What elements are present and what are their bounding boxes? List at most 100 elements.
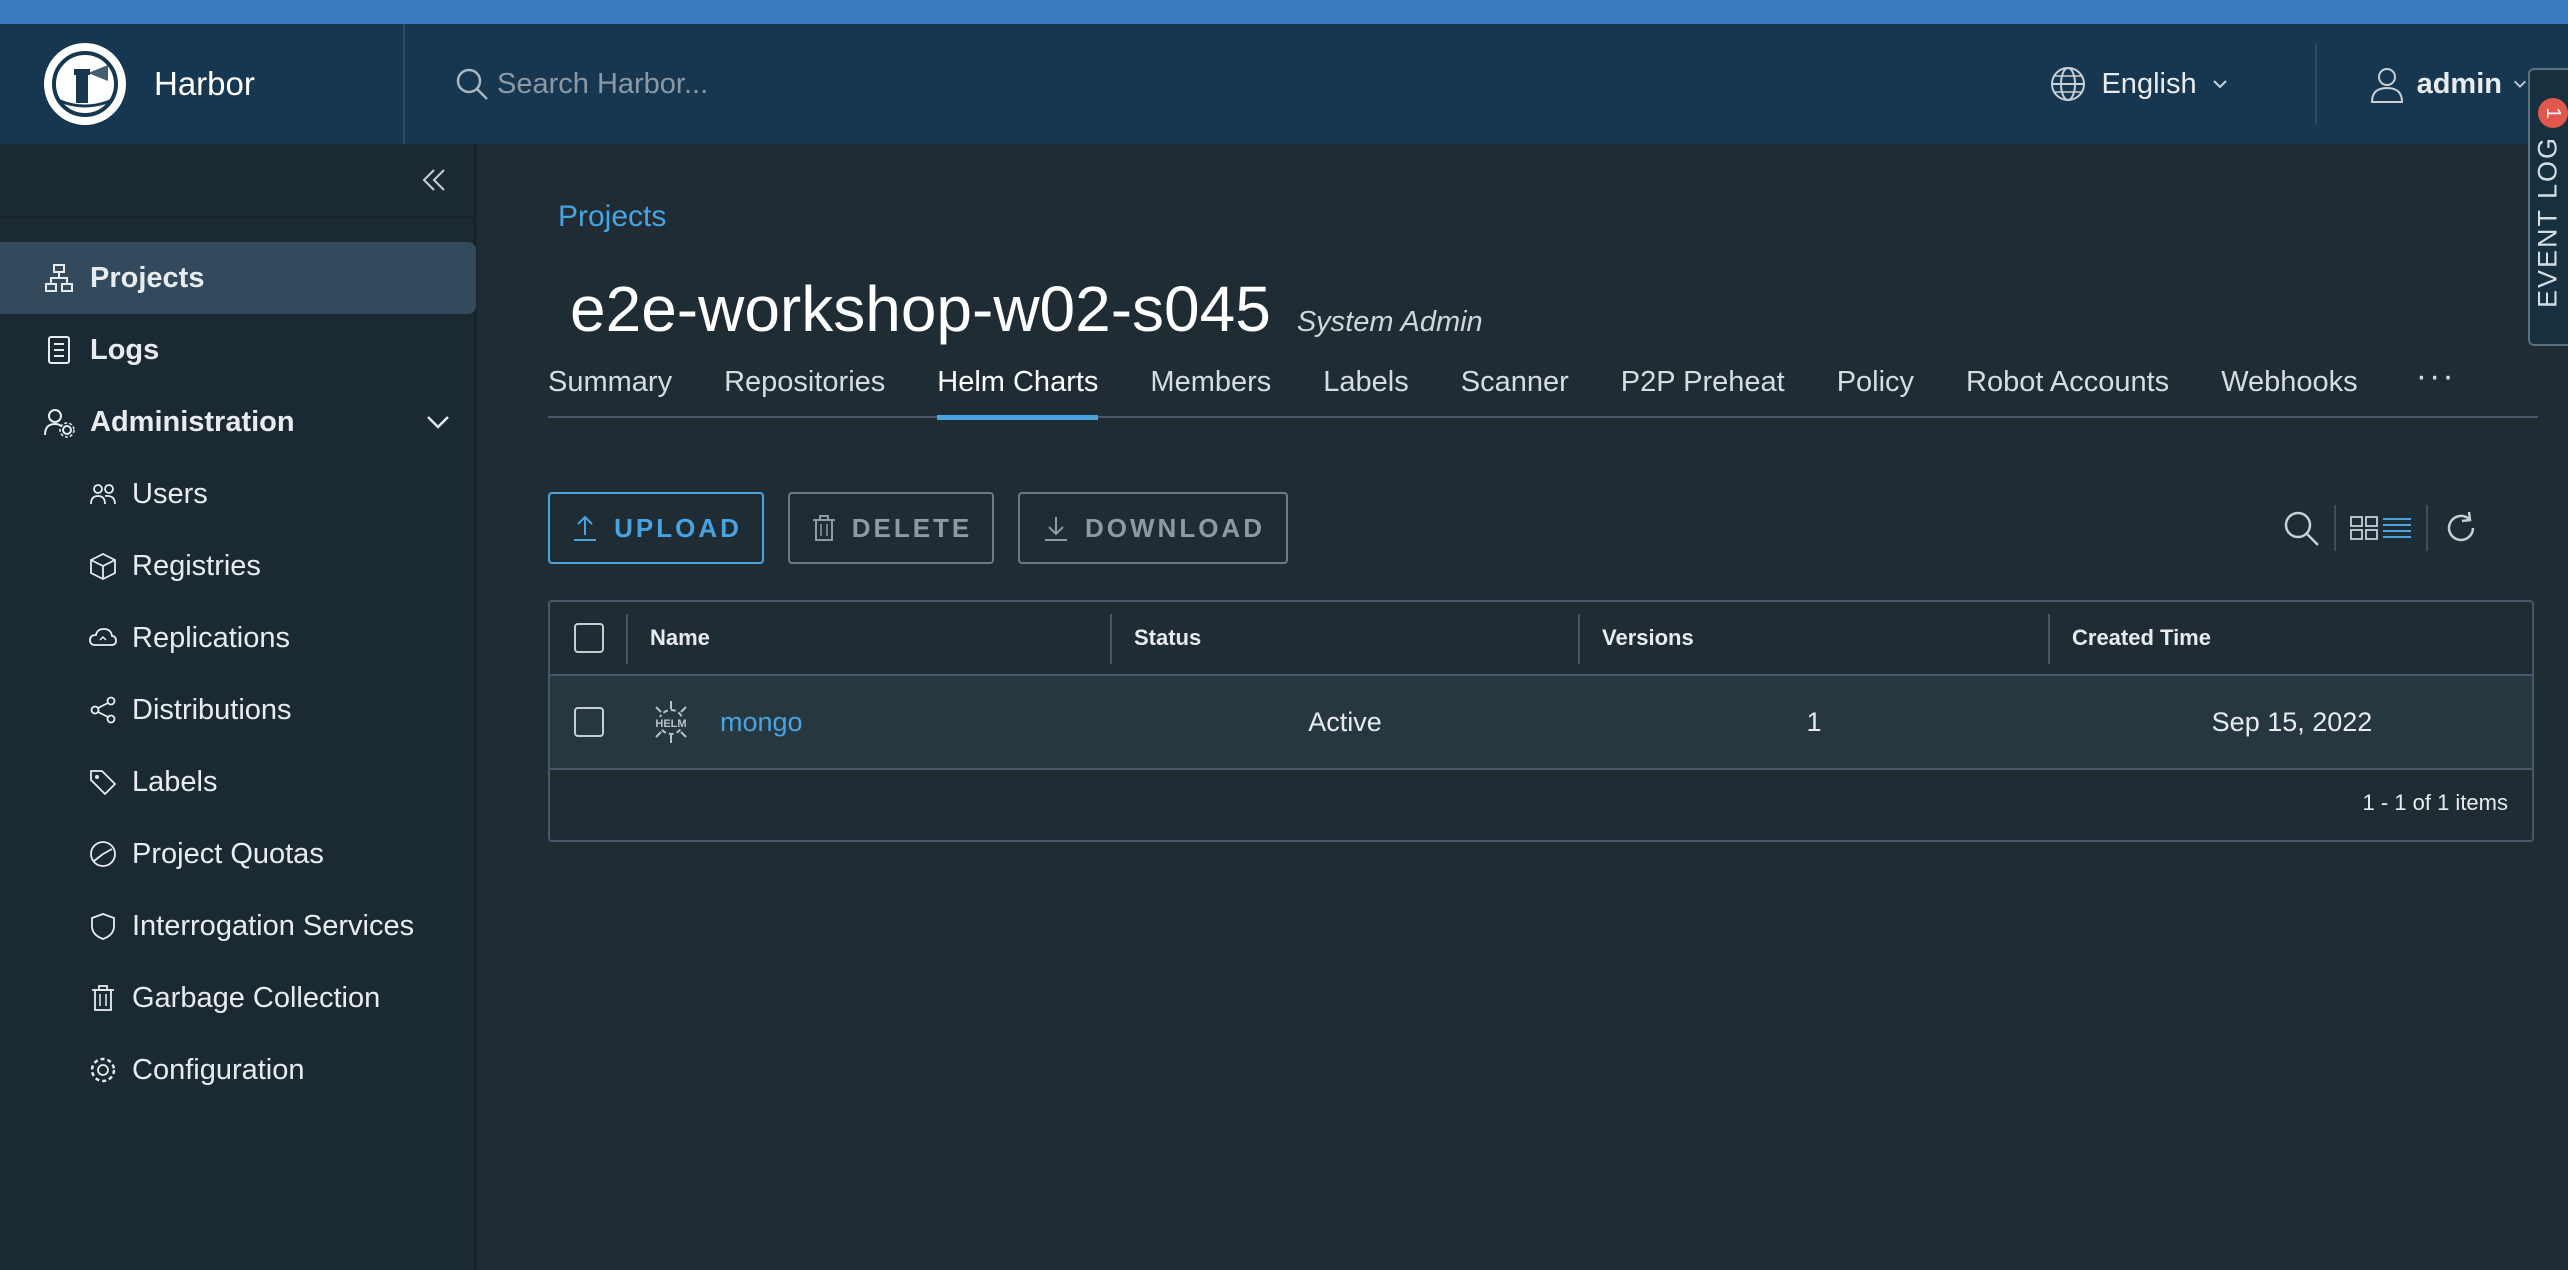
- search-icon[interactable]: [2278, 505, 2324, 551]
- view-toggle-icon[interactable]: [2346, 505, 2416, 551]
- tab-members[interactable]: Members: [1150, 366, 1271, 418]
- column-separator: [626, 614, 628, 664]
- page-title-row: e2e-workshop-w02-s045 System Admin: [570, 272, 1483, 346]
- share-icon: [86, 693, 120, 727]
- tab-summary[interactable]: Summary: [548, 366, 672, 418]
- refresh-icon[interactable]: [2438, 505, 2484, 551]
- chevron-down-icon: [2514, 80, 2526, 88]
- column-separator: [1578, 614, 1580, 664]
- trash-icon: [812, 515, 835, 541]
- browser-top-strip: [0, 0, 2568, 24]
- chevron-down-icon: [427, 416, 449, 429]
- sidebar-item-projects[interactable]: Projects: [0, 242, 476, 314]
- app-header: Harbor English admin: [0, 24, 2568, 144]
- sidebar-item-distributions[interactable]: Distributions: [0, 674, 476, 746]
- chart-status: Active: [1308, 706, 1382, 737]
- upload-icon: [574, 515, 597, 541]
- sidebar-item-label: Replications: [132, 621, 290, 654]
- tab-scanner[interactable]: Scanner: [1461, 366, 1569, 418]
- delete-button[interactable]: DELETE: [788, 492, 994, 564]
- harbor-logo-icon: [44, 43, 126, 125]
- download-button[interactable]: DOWNLOAD: [1018, 492, 1288, 564]
- user-menu[interactable]: admin: [2367, 64, 2528, 104]
- sidebar-item-garbage-collection[interactable]: Garbage Collection: [0, 962, 476, 1034]
- download-label: DOWNLOAD: [1085, 512, 1265, 543]
- table-row: HELM mongo Active 1 Sep 15, 2022: [550, 676, 2532, 770]
- sidebar-item-registries[interactable]: Registries: [0, 530, 476, 602]
- sidebar-divider: [0, 216, 476, 218]
- tab-robot-accounts[interactable]: Robot Accounts: [1966, 366, 2169, 418]
- tag-icon: [86, 765, 120, 799]
- tab-p2p-preheat[interactable]: P2P Preheat: [1621, 366, 1785, 418]
- chart-name-link[interactable]: mongo: [720, 676, 803, 768]
- sidebar-item-label: Administration: [90, 405, 295, 438]
- column-header-name[interactable]: Name: [650, 602, 710, 674]
- main-content: Projects e2e-workshop-w02-s045 System Ad…: [478, 144, 2568, 1270]
- column-header-status[interactable]: Status: [1134, 602, 1201, 674]
- event-log-tab[interactable]: 1 EVENT LOG: [2528, 68, 2568, 346]
- breadcrumb[interactable]: Projects: [558, 200, 666, 234]
- quota-gauge-icon: [86, 837, 120, 871]
- trash-icon: [86, 981, 120, 1015]
- helm-charts-grid: Name Status Versions Created Time HELM m…: [548, 600, 2534, 842]
- delete-label: DELETE: [851, 512, 973, 543]
- globe-icon: [2051, 67, 2086, 101]
- column-separator: [1110, 614, 1112, 664]
- logs-icon: [42, 333, 76, 367]
- chart-created-time: Sep 15, 2022: [2211, 706, 2373, 737]
- select-all-checkbox[interactable]: [574, 623, 604, 653]
- admin-icon: [42, 405, 76, 439]
- sidebar-item-labels[interactable]: Labels: [0, 746, 476, 818]
- brand-name: Harbor: [154, 65, 255, 102]
- user-icon: [2370, 68, 2403, 103]
- sidebar-item-label: Configuration: [132, 1053, 305, 1086]
- global-search: [453, 65, 2049, 103]
- upload-label: UPLOAD: [614, 512, 742, 543]
- sidebar-item-label: Users: [132, 477, 208, 510]
- collapse-sidebar-icon[interactable]: [416, 162, 452, 198]
- sidebar-item-label: Distributions: [132, 693, 292, 726]
- chart-versions: 1: [1806, 706, 1822, 737]
- column-header-created-time[interactable]: Created Time: [2072, 602, 2211, 674]
- toolbar-divider: [2334, 505, 2336, 551]
- column-separator: [2048, 614, 2050, 664]
- toolbar-divider: [2426, 505, 2428, 551]
- page-title: e2e-workshop-w02-s045: [570, 273, 1271, 345]
- sidebar: Projects Logs Administration Users Regis…: [0, 144, 476, 1270]
- row-checkbox[interactable]: [574, 707, 604, 737]
- more-tabs-icon[interactable]: ···: [2416, 359, 2456, 416]
- shield-icon: [86, 909, 120, 943]
- sidebar-item-logs[interactable]: Logs: [0, 314, 476, 386]
- sidebar-item-interrogation-services[interactable]: Interrogation Services: [0, 890, 476, 962]
- header-divider: [2314, 44, 2317, 124]
- brand[interactable]: Harbor: [0, 24, 405, 144]
- sidebar-item-administration[interactable]: Administration: [0, 386, 476, 458]
- sidebar-item-users[interactable]: Users: [0, 458, 476, 530]
- sidebar-item-configuration[interactable]: Configuration: [0, 1034, 476, 1106]
- svg-text:HELM: HELM: [655, 718, 686, 730]
- helm-logo-icon: HELM: [646, 676, 696, 768]
- tab-webhooks[interactable]: Webhooks: [2221, 366, 2358, 418]
- language-selector[interactable]: English: [2049, 65, 2228, 103]
- sidebar-item-label: Labels: [132, 765, 218, 798]
- chart-name[interactable]: mongo: [720, 707, 803, 738]
- sidebar-item-label: Registries: [132, 549, 261, 582]
- sidebar-item-replications[interactable]: Replications: [0, 602, 476, 674]
- sidebar-item-label: Projects: [90, 261, 205, 294]
- column-header-versions[interactable]: Versions: [1602, 602, 1694, 674]
- tab-policy[interactable]: Policy: [1837, 366, 1914, 418]
- sidebar-item-label: Logs: [90, 333, 160, 366]
- tab-labels[interactable]: Labels: [1323, 366, 1408, 418]
- user-name: admin: [2416, 67, 2502, 100]
- registries-icon: [86, 549, 120, 583]
- upload-button[interactable]: UPLOAD: [548, 492, 764, 564]
- project-tabs: Summary Repositories Helm Charts Members…: [548, 359, 2538, 420]
- grid-header: Name Status Versions Created Time: [550, 602, 2532, 676]
- gear-icon: [86, 1053, 120, 1087]
- tab-repositories[interactable]: Repositories: [724, 366, 885, 418]
- search-input[interactable]: [497, 67, 1097, 101]
- sidebar-item-project-quotas[interactable]: Project Quotas: [0, 818, 476, 890]
- pagination-summary: 1 - 1 of 1 items: [2362, 790, 2508, 815]
- tab-helm-charts[interactable]: Helm Charts: [937, 366, 1099, 420]
- chevron-down-icon: [2212, 80, 2227, 89]
